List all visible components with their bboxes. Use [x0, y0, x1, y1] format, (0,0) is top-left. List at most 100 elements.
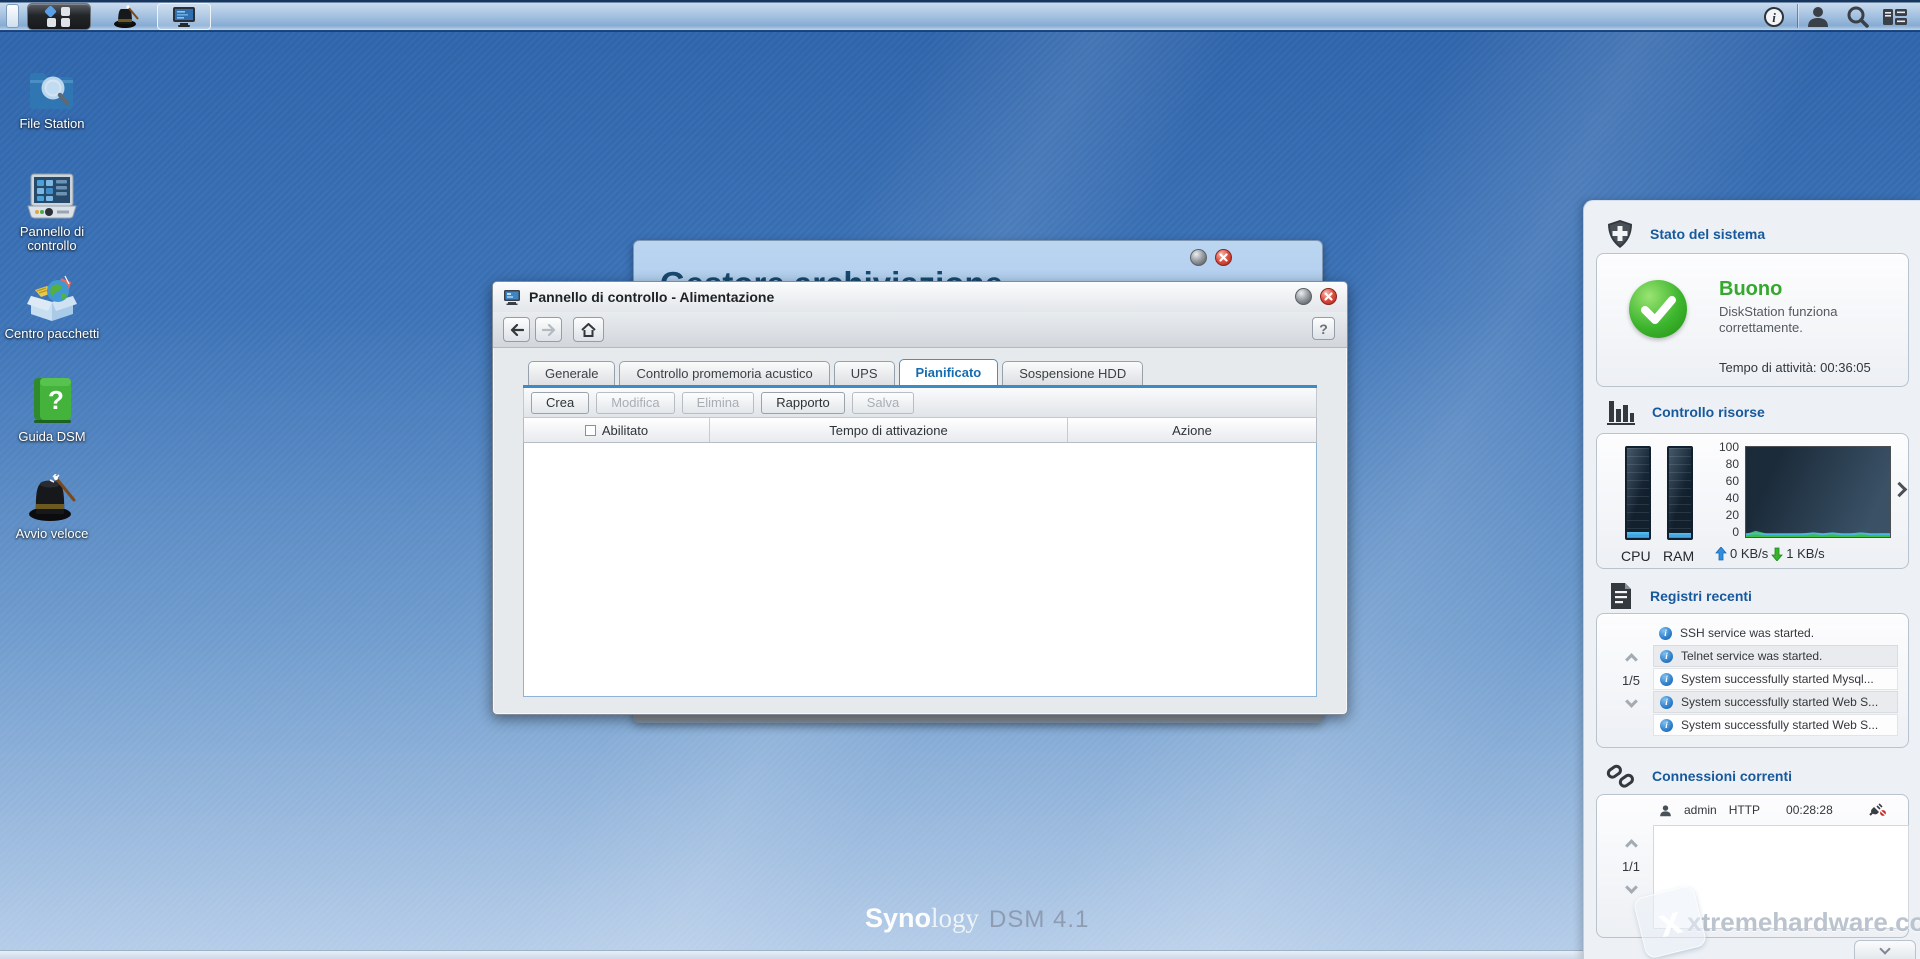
control-panel-power-dialog: Pannello di controllo - Alimentazione ? … [492, 281, 1348, 715]
back-button[interactable] [503, 317, 530, 342]
upload-arrow-icon [1715, 547, 1727, 561]
ytick-60: 60 [1697, 474, 1739, 488]
page-down-icon[interactable] [1625, 695, 1638, 708]
network-chart [1745, 446, 1891, 538]
log-row[interactable]: iSystem successfully started Web S... [1653, 691, 1898, 713]
log-list: iSSH service was started. iTelnet servic… [1653, 622, 1898, 737]
elimina-button[interactable]: Elimina [682, 392, 755, 414]
site-watermark-text: xtremehardware.com [1687, 907, 1920, 938]
widget-panel: Stato del sistema Buono DiskStation funz… [1583, 200, 1920, 959]
disconnect-icon[interactable] [1869, 803, 1887, 817]
connection-row[interactable]: admin HTTP 00:28:28 [1659, 803, 1887, 817]
log-info-icon: i [1660, 696, 1673, 709]
select-all-checkbox[interactable] [585, 425, 596, 436]
download-arrow-icon [1771, 547, 1783, 561]
minimize-button[interactable] [1295, 288, 1312, 305]
tab-ups[interactable]: UPS [834, 361, 895, 385]
upload-line [1746, 533, 1890, 534]
uptime-text: Tempo di attività: 00:36:05 [1719, 360, 1871, 375]
logs-page-indicator: 1/5 [1622, 673, 1640, 688]
dialog-navbar: ? [493, 312, 1347, 348]
minimize-button[interactable] [1190, 249, 1207, 266]
package-center-icon [4, 272, 100, 322]
connection-protocol: HTTP [1729, 803, 1760, 817]
info-icon: i [1763, 6, 1785, 28]
desktop-icon-package-center[interactable]: Centro pacchetti [4, 272, 100, 341]
page-down-icon[interactable] [1625, 881, 1638, 894]
main-menu-grid-icon [41, 6, 77, 28]
tab-pianificato[interactable]: Pianificato [899, 359, 999, 385]
schedule-table-body[interactable] [523, 443, 1317, 697]
log-row[interactable]: iSystem successfully started Mysql... [1653, 668, 1898, 690]
tab-controllo-promemoria-acustico[interactable]: Controllo promemoria acustico [619, 361, 829, 385]
log-row[interactable]: iSSH service was started. [1653, 622, 1898, 644]
dialog-body: Generale Controllo promemoria acustico U… [493, 348, 1347, 714]
page-up-icon[interactable] [1625, 839, 1638, 852]
dialog-titlebar[interactable]: Pannello di controllo - Alimentazione [493, 282, 1347, 312]
search-button[interactable] [1845, 5, 1871, 28]
tab-sospensione-hdd[interactable]: Sospensione HDD [1002, 361, 1143, 385]
desktop-icon-quick-start[interactable]: Avvio veloce [4, 472, 100, 541]
ytick-0: 0 [1697, 525, 1739, 539]
forward-button[interactable] [535, 317, 562, 342]
crea-button[interactable]: Crea [531, 392, 589, 414]
close-icon[interactable] [1215, 249, 1232, 266]
synology-watermark: SynologyDSM 4.1 [865, 903, 1089, 934]
ram-label: RAM [1663, 548, 1694, 564]
resource-monitor-card: CPU RAM 100 80 60 40 20 0 0 KB/s 1 KB/s [1596, 433, 1909, 569]
column-tempo-di-attivazione: Tempo di attivazione [710, 418, 1068, 442]
desktop-icon-control-panel[interactable]: Pannello di controllo [4, 170, 100, 253]
taskbar-separator [1797, 4, 1798, 28]
desktop-icon-label: Guida DSM [4, 430, 100, 444]
salva-button[interactable]: Salva [852, 392, 915, 414]
monitor-icon [172, 6, 196, 28]
logs-pager: 1/5 [1611, 614, 1651, 747]
pilot-view-button[interactable] [1882, 5, 1908, 28]
quick-start-icon [4, 472, 100, 522]
ram-gauge [1667, 446, 1693, 540]
dsm-help-icon: ? [4, 375, 100, 425]
bar-chart-icon [1606, 399, 1636, 425]
upload-rate: 0 KB/s [1730, 546, 1768, 561]
system-status-header: Stato del sistema [1606, 219, 1765, 249]
back-arrow-icon [510, 324, 524, 336]
log-info-icon: i [1660, 650, 1673, 663]
column-abilitato: Abilitato [524, 418, 710, 442]
rapporto-button[interactable]: Rapporto [761, 392, 844, 414]
log-row[interactable]: iSystem successfully started Web S... [1653, 714, 1898, 736]
cpu-label: CPU [1621, 548, 1651, 564]
taskbar-storage-manager-button[interactable] [157, 3, 211, 30]
log-document-icon [1606, 581, 1634, 611]
desktop-icon-dsm-help[interactable]: ? Guida DSM [4, 375, 100, 444]
system-status-card: Buono DiskStation funziona correttamente… [1596, 253, 1909, 387]
dialog-toolbar: Crea Modifica Elimina Rapporto Salva [523, 388, 1317, 418]
main-menu-button[interactable] [27, 3, 91, 30]
user-icon [1659, 804, 1672, 817]
tab-generale[interactable]: Generale [528, 361, 615, 385]
pilot-view-icon [1882, 6, 1908, 28]
download-rate: 1 KB/s [1786, 546, 1824, 561]
resource-detail-chevron-icon[interactable] [1892, 482, 1908, 498]
control-panel-window-icon [503, 289, 521, 305]
page-up-icon[interactable] [1625, 653, 1638, 666]
quick-launch-button[interactable] [100, 3, 152, 30]
log-info-icon: i [1660, 719, 1673, 732]
log-row[interactable]: iTelnet service was started. [1653, 645, 1898, 667]
desktop-icon-label: Centro pacchetti [4, 327, 100, 341]
connection-user: admin [1684, 803, 1717, 817]
home-button[interactable] [573, 317, 604, 342]
network-chart-svg [1746, 447, 1890, 537]
show-desktop-button[interactable] [6, 4, 19, 28]
table-header: Abilitato Tempo di attivazione Azione [523, 418, 1317, 443]
status-ok-icon [1629, 280, 1687, 338]
modifica-button[interactable]: Modifica [596, 392, 674, 414]
home-icon [581, 323, 596, 337]
user-menu-button[interactable] [1805, 5, 1831, 28]
help-button[interactable]: ? [1312, 317, 1335, 340]
desktop-icon-label: File Station [4, 117, 100, 131]
connections-header: Connessioni correnti [1606, 761, 1792, 791]
desktop-icon-file-station[interactable]: File Station [4, 62, 100, 131]
user-icon [1806, 5, 1830, 28]
close-icon[interactable] [1320, 288, 1337, 305]
info-button[interactable]: i [1761, 5, 1787, 28]
